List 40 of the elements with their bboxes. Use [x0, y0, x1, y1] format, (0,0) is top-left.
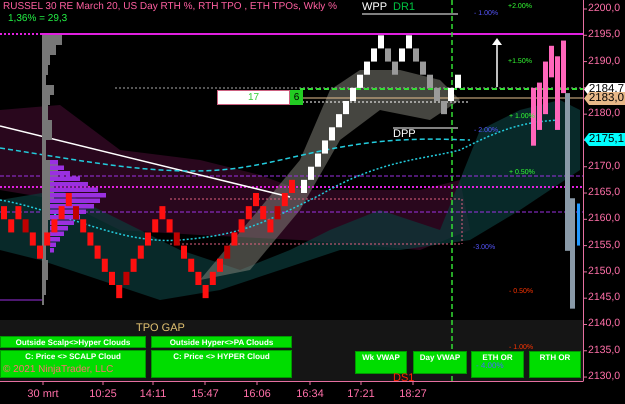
up-arrow-icon	[492, 38, 502, 87]
indicator-toggle-button[interactable]: Wk VWAP	[355, 351, 407, 374]
time-label: 14:11	[140, 389, 166, 400]
indicator-toggle-button[interactable]: Outside Scalp<>Hyper Clouds	[0, 336, 146, 348]
price-label: 2200,0	[588, 3, 620, 14]
price-label: 2190,0	[588, 56, 620, 66]
indicator-toggle-button[interactable]: RTH OR	[529, 351, 581, 378]
chart-title: RUSSEL 30 RE March 20, US Day RTH %, RTH TPO , ETH TPOs, Wkly %	[3, 2, 337, 12]
price-label: 2160,0	[588, 213, 620, 224]
brick-count-badge: 6	[290, 90, 303, 105]
price-label: 2165,0	[588, 187, 620, 198]
time-label: 16:06	[243, 389, 271, 400]
price-label: 2130,0	[588, 371, 620, 382]
level-label: TPO GAP	[136, 323, 185, 334]
time-label: 10:25	[89, 389, 117, 400]
price-label: 2195,0	[588, 29, 620, 40]
percent-level-label: - 4.00%	[476, 362, 504, 370]
indicator-toggle-button[interactable]: Outside Hyper<>PA Clouds	[151, 336, 292, 348]
time-label: 30 mrt	[27, 389, 59, 400]
price-tag: 2175,1	[584, 133, 625, 146]
level-label: DR1	[393, 2, 416, 13]
price-label: 2140,0	[588, 318, 620, 329]
copyright-text: © 2021 NinjaTrader, LLC	[3, 365, 114, 375]
level-label: DPP	[393, 129, 416, 140]
price-label: 2155,0	[588, 240, 620, 250]
indicator-toggle-button[interactable]: Day VWAP	[413, 351, 467, 374]
time-label: 15:47	[191, 389, 219, 400]
time-label: 16:34	[296, 389, 324, 400]
time-label: 17:21	[347, 389, 375, 400]
level-label: DS1	[393, 373, 414, 384]
price-label: 2180,0	[588, 108, 620, 119]
price-label: 2145,0	[588, 292, 620, 303]
price-label: 2150,0	[588, 266, 620, 276]
price-label: 2135,0	[588, 344, 620, 356]
indicator-toggle-button[interactable]: C: Price <> HYPER Cloud	[151, 350, 292, 378]
brick-count-field[interactable]: 17	[217, 90, 290, 105]
time-label: 18:27	[399, 389, 427, 400]
level-label: WPP	[362, 2, 388, 13]
price-label: 2170,0	[588, 160, 620, 172]
percent-change-label: 1,36% = 29,3	[8, 14, 68, 24]
